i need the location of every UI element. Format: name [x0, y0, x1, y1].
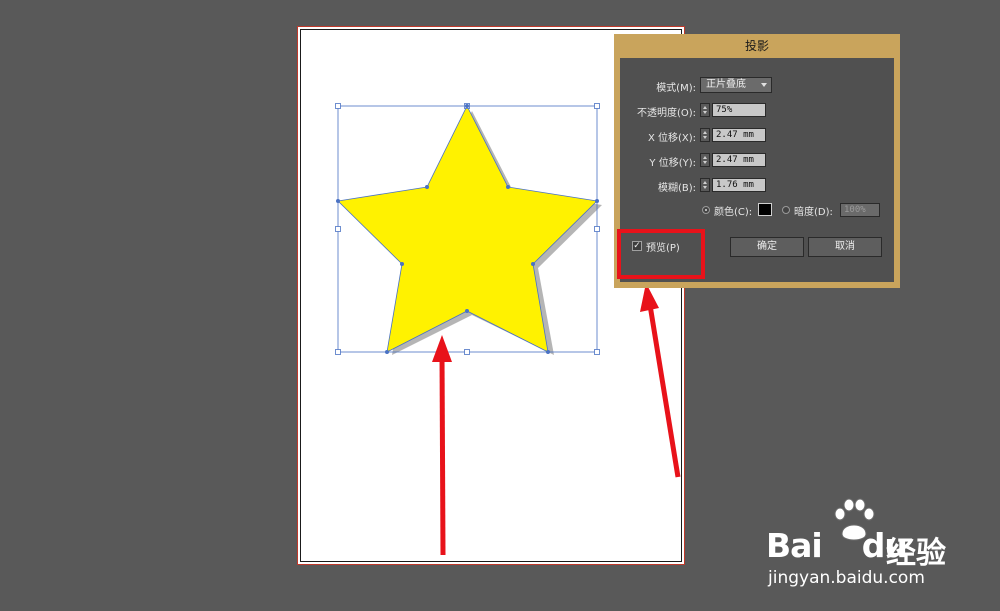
annotation-arrow-preview — [640, 283, 681, 478]
darkness-label: 暗度(D): — [794, 207, 833, 218]
x-offset-stepper[interactable] — [700, 128, 710, 142]
opacity-stepper[interactable] — [700, 103, 710, 117]
handle-top-left — [335, 103, 341, 109]
handle-middle-right — [594, 226, 600, 232]
handle-top-right — [594, 103, 600, 109]
handle-bottom-right — [594, 349, 600, 355]
cancel-button[interactable]: 取消 — [808, 237, 882, 257]
dialog-title: 投影 — [744, 39, 769, 53]
y-offset-field[interactable]: 2.47 mm — [712, 153, 766, 167]
mode-select[interactable]: 正片叠底 — [700, 77, 772, 93]
watermark-url: jingyan.baidu.com — [768, 568, 925, 588]
opacity-field[interactable]: 75% — [712, 103, 766, 117]
darkness-field[interactable]: 100% — [840, 203, 880, 217]
x-offset-field[interactable]: 2.47 mm — [712, 128, 766, 142]
blur-field[interactable]: 1.76 mm — [712, 178, 766, 192]
handle-middle-left — [335, 226, 341, 232]
color-radio[interactable] — [702, 206, 710, 214]
blur-label: 模糊(B): — [657, 183, 696, 194]
watermark-brand-prefix: Bai — [766, 526, 823, 565]
blur-stepper[interactable] — [700, 178, 710, 192]
x-offset-label: X 位移(X): — [647, 133, 696, 144]
handle-bottom-left — [335, 349, 341, 355]
annotation-arrow-star — [432, 335, 452, 556]
color-label: 颜色(C): — [714, 207, 753, 218]
baidu-jingyan-watermark: Bai du 经验 jingyan.baidu.com — [766, 498, 986, 598]
darkness-radio[interactable] — [782, 206, 790, 214]
mode-value: 正片叠底 — [706, 79, 746, 90]
mode-label: 模式(M): — [656, 83, 696, 94]
ok-button[interactable]: 确定 — [730, 237, 804, 257]
opacity-label: 不透明度(O): — [636, 108, 696, 119]
color-swatch[interactable] — [758, 203, 772, 216]
y-offset-stepper[interactable] — [700, 153, 710, 167]
handle-bottom-center — [464, 349, 470, 355]
y-offset-label: Y 位移(Y): — [649, 158, 696, 169]
chevron-down-icon — [761, 83, 767, 87]
watermark-subtitle: 经验 — [886, 536, 946, 571]
preview-highlight-box — [617, 229, 705, 279]
